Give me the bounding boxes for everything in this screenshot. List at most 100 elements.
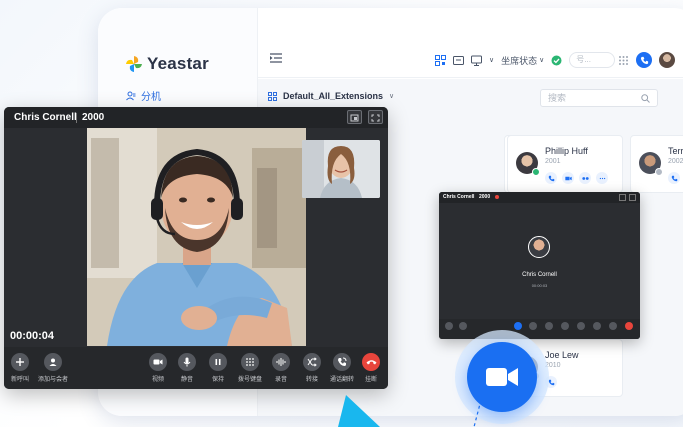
- video-camera-icon: [486, 368, 518, 386]
- button-label: 保持: [211, 377, 224, 383]
- search-icon[interactable]: [641, 94, 650, 103]
- button-label: 转接: [305, 377, 318, 383]
- mini-flip-icon[interactable]: [606, 322, 620, 330]
- mini-call-duration: 00:00:03: [531, 283, 548, 288]
- status-online-icon: [532, 168, 540, 176]
- cursor-arrow-icon: [338, 395, 380, 427]
- sidebar-item-label: 分机: [141, 92, 161, 103]
- flip-icon: [333, 353, 351, 371]
- monitor-icon[interactable]: [471, 55, 482, 66]
- phone-button[interactable]: [636, 52, 653, 68]
- phone-icon: [640, 56, 648, 64]
- mini-plus-icon[interactable]: [442, 322, 456, 330]
- mini-caller-display-name: Chris Cornell: [522, 272, 557, 278]
- qr-icon[interactable]: [435, 54, 446, 66]
- contact-card[interactable]: Terrell Smith 2002: [630, 135, 683, 193]
- group-name: Default_All_Extensions: [283, 91, 384, 101]
- card-icon[interactable]: [453, 55, 464, 66]
- plus-icon: [11, 353, 29, 371]
- yeastar-logo: Yeastar: [124, 54, 209, 74]
- group-selector[interactable]: Default_All_Extensions ∨: [268, 91, 394, 101]
- contact-card[interactable]: Phillip Huff 2001: [507, 135, 623, 193]
- mini-video-icon[interactable]: [511, 322, 525, 330]
- search-placeholder: 搜索: [548, 93, 567, 103]
- chevron-down-icon[interactable]: ∨: [489, 56, 494, 64]
- video-icon[interactable]: [562, 172, 574, 184]
- top-search-input[interactable]: 号...: [569, 52, 616, 68]
- mini-caller-name: Chris Cornell: [443, 194, 475, 200]
- contact-actions: [668, 172, 683, 184]
- call-duration: 00:00:04: [10, 330, 55, 342]
- add-participant-button[interactable]: 添加与会者: [33, 353, 73, 383]
- user-avatar[interactable]: [659, 52, 676, 68]
- mini-caller-avatar: [528, 236, 550, 258]
- mini-pause-icon[interactable]: [542, 322, 556, 330]
- status-check-icon: [551, 55, 562, 65]
- mini-transfer-icon[interactable]: [590, 322, 604, 330]
- dashed-connector: [473, 400, 482, 427]
- chevron-down-icon[interactable]: ∨: [539, 56, 544, 64]
- dialpad-icon[interactable]: [618, 55, 629, 66]
- mini-caller-ext: 2000: [479, 194, 491, 200]
- pip-toggle-icon[interactable]: [347, 110, 362, 124]
- mini-hangup-icon[interactable]: [622, 322, 636, 330]
- pip-toggle-icon[interactable]: [619, 194, 626, 201]
- mini-call-window[interactable]: Chris Cornell 2000 Chris Cornell 00:00:0…: [439, 192, 640, 339]
- sidebar-item-extensions[interactable]: 分机: [126, 88, 161, 103]
- contact-name: Joe Lew: [545, 350, 579, 360]
- call-icon[interactable]: [545, 172, 557, 184]
- transfer-icon: [303, 353, 321, 371]
- mic-icon: [178, 353, 196, 371]
- fullscreen-icon[interactable]: [368, 110, 383, 124]
- divider: [76, 113, 77, 123]
- contact-name: Terrell Smith: [668, 146, 683, 156]
- record-icon: [272, 353, 290, 371]
- contact-name: Phillip Huff: [545, 146, 588, 156]
- call-window: Chris Cornell 2000 00:00:04 新呼叫 添加与会者 视频…: [4, 107, 388, 389]
- users-icon: [126, 91, 136, 100]
- contact-ext: 2002: [668, 158, 683, 165]
- more-icon[interactable]: [596, 172, 608, 184]
- status-offline-icon: [655, 168, 663, 176]
- stage: Yeastar 分机 ∨ 坐席状态 ∨ 号... Default_All_Ext…: [0, 0, 683, 427]
- mini-add-participant-icon[interactable]: [456, 322, 470, 330]
- button-label: 拨号键盘: [237, 377, 262, 383]
- agent-status-label[interactable]: 坐席状态: [501, 54, 537, 67]
- button-label: 静音: [180, 377, 193, 383]
- dialpad-icon: [241, 353, 259, 371]
- group-icon: [268, 91, 277, 101]
- pause-icon: [209, 353, 227, 371]
- remote-video-figure: [87, 128, 306, 346]
- recording-dot-icon: [495, 195, 499, 199]
- logo-text: Yeastar: [147, 54, 209, 73]
- caller-ext: 2000: [82, 112, 105, 123]
- pinwheel-icon: [126, 56, 142, 72]
- chevron-down-icon: ∨: [389, 93, 395, 100]
- video-icon: [149, 353, 167, 371]
- contact-search-input[interactable]: 搜索: [540, 89, 658, 107]
- contact-ext: 2001: [545, 158, 561, 165]
- top-bar: ∨ 坐席状态 ∨ 号...: [258, 44, 683, 78]
- button-label: 新呼叫: [10, 377, 29, 383]
- hangup-icon: [362, 353, 380, 371]
- voicemail-icon[interactable]: [579, 172, 591, 184]
- mini-call-header: Chris Cornell 2000: [439, 192, 640, 203]
- button-label: 录音: [274, 377, 287, 383]
- mini-record-icon[interactable]: [574, 322, 588, 330]
- contact-actions: [545, 172, 608, 184]
- menu-collapse-icon[interactable]: [270, 53, 282, 63]
- mini-mic-icon[interactable]: [526, 322, 540, 330]
- button-label: 添加与会者: [37, 377, 68, 383]
- hangup-button[interactable]: 挂断: [351, 353, 388, 383]
- fullscreen-icon[interactable]: [629, 194, 636, 201]
- call-header: Chris Cornell 2000: [4, 107, 388, 128]
- mini-dialpad-icon[interactable]: [558, 322, 572, 330]
- local-video-pip[interactable]: [302, 140, 380, 198]
- button-label: 视频: [151, 377, 164, 383]
- button-label: 挂断: [364, 377, 377, 383]
- top-tools: ∨ 坐席状态 ∨ 号...: [435, 52, 676, 68]
- mini-control-bar: [439, 319, 640, 339]
- add-participant-icon: [44, 353, 62, 371]
- remote-video: [87, 128, 306, 346]
- call-icon[interactable]: [668, 172, 680, 184]
